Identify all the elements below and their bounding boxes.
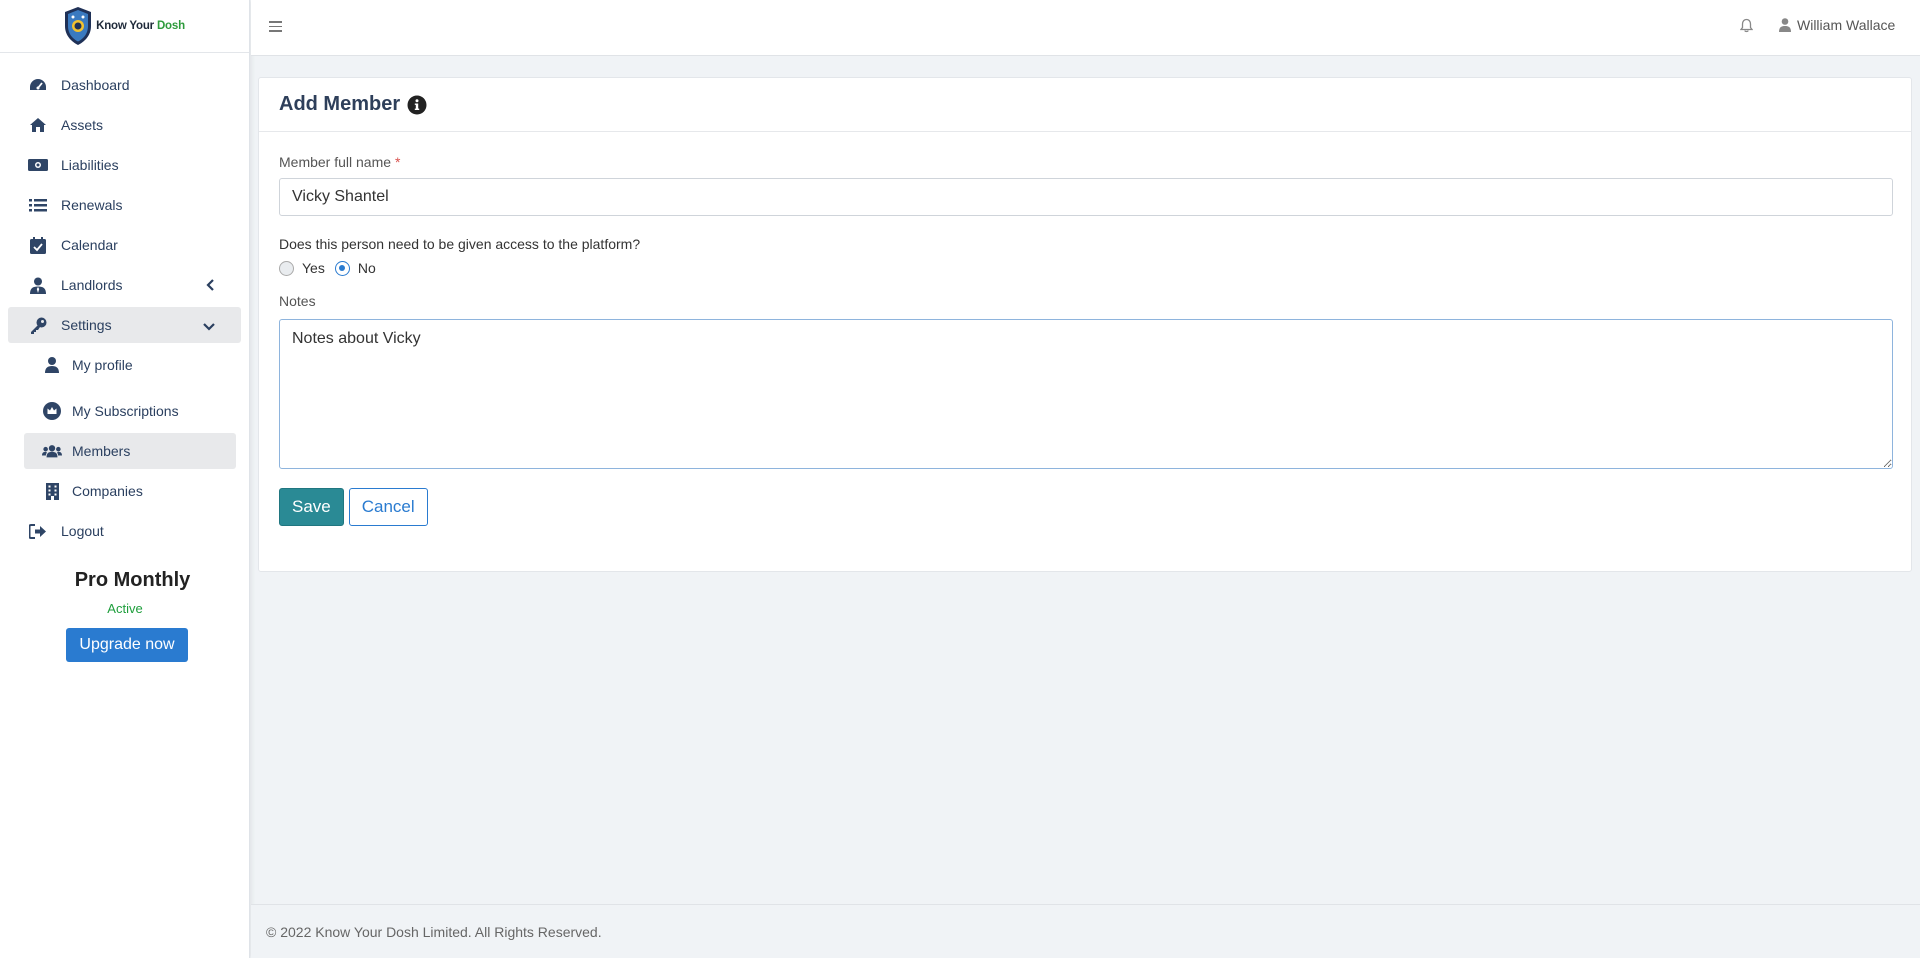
bell-icon[interactable] <box>1739 18 1754 38</box>
member-name-label: Member full name * <box>279 154 401 170</box>
brand-name-part2: Dosh <box>156 20 185 32</box>
user-name: William Wallace <box>1797 17 1896 33</box>
sidebar-item-assets[interactable]: Assets <box>8 107 241 143</box>
form-body: Member full name * Does this person need… <box>259 132 1911 526</box>
sidebar-subitem-my-profile[interactable]: My profile <box>24 347 236 383</box>
notes-textarea[interactable]: Notes about Vicky <box>279 319 1893 469</box>
money-bill-icon <box>28 156 48 174</box>
sidebar-item-dashboard[interactable]: Dashboard <box>8 67 241 103</box>
tachometer-icon <box>28 76 48 94</box>
sidebar-item-label: Logout <box>61 523 104 539</box>
sign-out-icon <box>28 522 48 540</box>
plan-status: Active <box>107 601 143 616</box>
form-actions: Save Cancel <box>279 488 1891 526</box>
brand-logo[interactable]: Know Your Dosh <box>0 0 249 53</box>
sidebar-item-settings[interactable]: Settings <box>8 307 241 343</box>
chevron-down-icon <box>203 318 215 336</box>
sidebar-item-label: Assets <box>61 117 104 133</box>
radio-no-label: No <box>357 260 376 276</box>
brand-name-part1: Know Your <box>96 20 154 32</box>
sidebar-nav: Dashboard Assets Liabilities Renewals Ca… <box>0 67 249 549</box>
plan-box: Pro Monthly Active Upgrade now <box>0 569 250 662</box>
sidebar-item-label: Landlords <box>61 277 123 293</box>
hamburger-menu-icon[interactable] <box>269 21 282 35</box>
sidebar-item-renewals[interactable]: Renewals <box>8 187 241 223</box>
access-question: Does this person need to be given access… <box>279 236 641 252</box>
notes-label: Notes <box>279 293 316 309</box>
sidebar-item-logout[interactable]: Logout <box>8 513 241 549</box>
radio-yes-label: Yes <box>302 260 325 276</box>
access-option-no[interactable]: No <box>334 260 376 276</box>
cancel-button[interactable]: Cancel <box>348 488 428 526</box>
plan-name: Pro Monthly <box>74 569 191 591</box>
access-option-yes[interactable]: Yes <box>279 260 325 276</box>
upgrade-button[interactable]: Upgrade now <box>66 628 188 662</box>
home-icon <box>28 116 48 134</box>
chevron-left-icon <box>206 278 215 296</box>
add-member-card: Add Member Member full name * Does this … <box>258 77 1912 572</box>
topbar: William Wallace <box>251 0 1920 56</box>
sidebar-subitem-label: Members <box>72 443 131 459</box>
sidebar-item-liabilities[interactable]: Liabilities <box>8 147 241 183</box>
calendar-check-icon <box>28 236 48 254</box>
sidebar-subitem-my-subscriptions[interactable]: My Subscriptions <box>24 393 236 429</box>
save-button[interactable]: Save <box>279 488 344 526</box>
radio-no[interactable] <box>334 260 350 276</box>
users-icon <box>42 442 62 460</box>
sidebar-item-label: Calendar <box>61 237 118 253</box>
crown-icon <box>42 402 62 420</box>
sidebar-subitem-label: Companies <box>72 483 143 499</box>
sidebar: Know Your Dosh Dashboard Assets Liabilit… <box>0 0 250 958</box>
footer: © 2022 Know Your Dosh Limited. All Right… <box>251 904 1920 958</box>
building-icon <box>42 482 62 500</box>
info-icon[interactable] <box>407 95 427 115</box>
user-icon <box>42 356 62 374</box>
radio-yes[interactable] <box>279 260 294 276</box>
sidebar-subitem-label: My Subscriptions <box>72 403 179 419</box>
page-title: Add Member <box>279 93 401 115</box>
shield-logo-icon <box>65 7 92 45</box>
sidebar-item-calendar[interactable]: Calendar <box>8 227 241 263</box>
copyright-text: © 2022 Know Your Dosh Limited. All Right… <box>266 924 602 940</box>
sidebar-item-landlords[interactable]: Landlords <box>8 267 241 303</box>
required-mark: * <box>394 154 401 170</box>
sidebar-item-label: Renewals <box>61 197 123 213</box>
sidebar-item-label: Dashboard <box>61 77 130 93</box>
user-menu[interactable]: William Wallace <box>1779 17 1895 33</box>
sidebar-item-label: Settings <box>61 317 112 333</box>
sidebar-subitem-companies[interactable]: Companies <box>24 473 236 509</box>
member-name-input[interactable] <box>279 178 1893 216</box>
user-icon <box>1779 18 1791 32</box>
key-icon <box>28 316 48 334</box>
user-tie-icon <box>28 276 48 294</box>
access-radio-group: Yes No <box>279 260 1891 276</box>
sidebar-item-label: Liabilities <box>61 157 119 173</box>
sidebar-subitem-members[interactable]: Members <box>24 433 236 469</box>
sidebar-subitem-label: My profile <box>72 357 133 373</box>
list-icon <box>28 196 48 214</box>
card-header: Add Member <box>259 78 1911 132</box>
